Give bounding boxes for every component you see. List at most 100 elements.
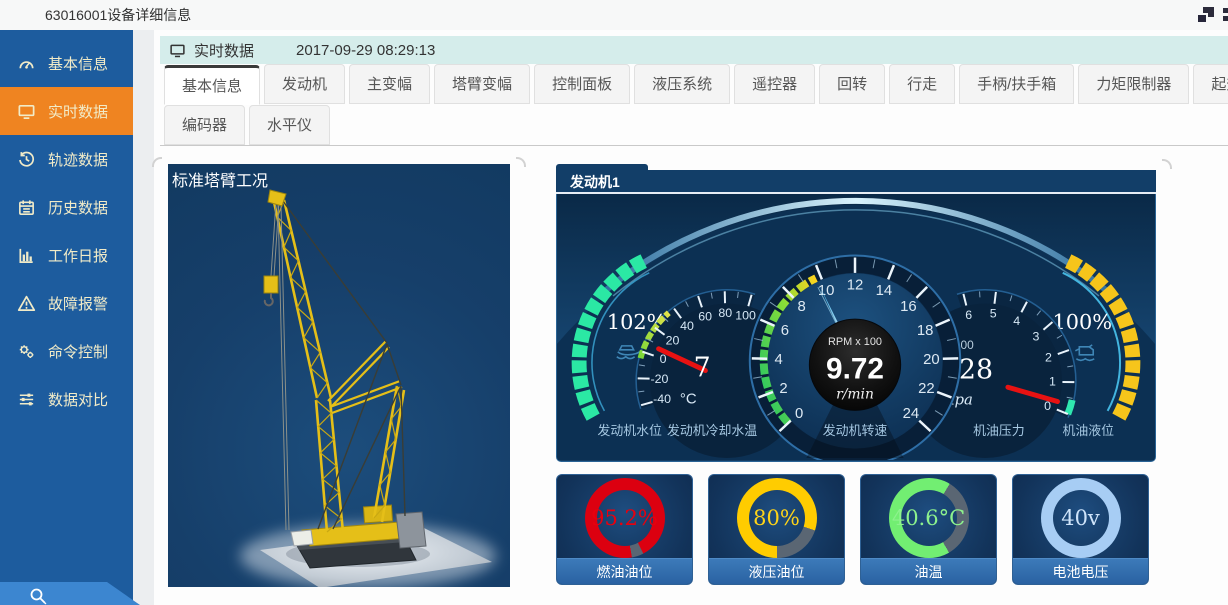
progress-ring: 40.6°C xyxy=(889,478,969,558)
svg-text:发动机转速: 发动机转速 xyxy=(823,423,888,438)
progress-ring: 80% xyxy=(737,478,817,558)
svg-text:22: 22 xyxy=(918,381,935,397)
stat-card-label: 油温 xyxy=(861,558,996,584)
tab-row-2: 编码器水平仪 xyxy=(164,105,1228,145)
tab-torque-limiter[interactable]: 力矩限制器 xyxy=(1078,64,1189,104)
stat-cards-row: 95.2%燃油油位80%液压油位40.6°C油温40v电池电压 xyxy=(556,474,1156,585)
stat-card-battery-voltage: 40v电池电压 xyxy=(1012,474,1149,585)
svg-text:12: 12 xyxy=(847,277,864,293)
svg-text:8: 8 xyxy=(797,299,805,315)
svg-text:60: 60 xyxy=(698,310,712,324)
svg-text:6: 6 xyxy=(965,308,972,322)
svg-text:14: 14 xyxy=(876,283,893,299)
zoom-tool-button[interactable] xyxy=(0,582,140,605)
sidebar-item-command-control[interactable]: 命令控制 xyxy=(0,327,133,375)
svg-text:4: 4 xyxy=(1013,314,1020,328)
svg-text:机油压力: 机油压力 xyxy=(973,423,1025,438)
clipped-edge-icon[interactable] xyxy=(1223,8,1228,24)
restore-window-icon[interactable] xyxy=(1196,7,1214,24)
decorative-corner xyxy=(152,157,162,167)
svg-text:20: 20 xyxy=(666,334,680,348)
dashboard-icon xyxy=(17,54,36,73)
ring-value: 40.6°C xyxy=(889,478,969,558)
svg-text:5: 5 xyxy=(990,307,997,321)
svg-text:r/min: r/min xyxy=(836,386,874,402)
svg-text:2: 2 xyxy=(779,381,787,397)
sidebar-item-basic-info[interactable]: 基本信息 xyxy=(0,39,133,87)
tab-tower-luffing[interactable]: 塔臂变幅 xyxy=(434,64,530,104)
sidebar-item-work-report[interactable]: 工作日报 xyxy=(0,231,133,279)
tab-travel[interactable]: 行走 xyxy=(889,64,955,104)
sidebar-item-data-compare[interactable]: 数据对比 xyxy=(0,375,133,423)
breadcrumb-timestamp: 2017-09-29 08:29:13 xyxy=(296,42,435,59)
sidebar-item-fault-alarm[interactable]: 故障报警 xyxy=(0,279,133,327)
sidebar-item-label: 工作日报 xyxy=(48,245,108,266)
bar-chart-icon xyxy=(17,246,36,265)
engine-gauge-cluster: 102%100%-40-200204060801007°C发动机冷却水温0123… xyxy=(557,194,1155,460)
engine-gauges-body: 102%100%-40-200204060801007°C发动机冷却水温0123… xyxy=(556,194,1156,462)
svg-text:10: 10 xyxy=(818,283,835,299)
crane-illustration xyxy=(168,164,510,587)
history-icon xyxy=(17,150,36,169)
tab-remote-control[interactable]: 遥控器 xyxy=(734,64,815,104)
svg-text:16: 16 xyxy=(900,299,917,315)
window-title: 63016001设备详细信息 xyxy=(45,0,191,30)
ring-value: 95.2% xyxy=(585,478,665,558)
svg-text:24: 24 xyxy=(903,406,920,422)
svg-text:-20: -20 xyxy=(651,372,669,386)
svg-text:100: 100 xyxy=(735,309,756,323)
svg-text:40: 40 xyxy=(680,319,694,333)
svg-text:发动机冷却水温: 发动机冷却水温 xyxy=(667,423,757,438)
crane-view-panel: 标准塔臂工况 xyxy=(168,164,510,587)
svg-text:7: 7 xyxy=(694,353,711,384)
sidebar-item-label: 轨迹数据 xyxy=(48,149,108,170)
tab-basic-info[interactable]: 基本信息 xyxy=(164,65,260,105)
tab-encoder[interactable]: 编码器 xyxy=(164,105,245,145)
svg-text:20: 20 xyxy=(923,352,940,368)
svg-text:1: 1 xyxy=(1049,375,1056,389)
engine-panel: 发动机1 102%100%-40-200204060801007°C发动机冷却水… xyxy=(556,164,1156,462)
tab-slewing[interactable]: 回转 xyxy=(819,64,885,104)
panels-area: 标准塔臂工况 发动机1 102%100%-40-200204060801007°… xyxy=(154,146,1228,587)
main-content: 实时数据 2017-09-29 08:29:13 基本信息发动机主变幅塔臂变幅控… xyxy=(154,30,1228,605)
stat-card-label: 燃油油位 xyxy=(557,558,692,584)
sidebar-item-label: 数据对比 xyxy=(48,389,108,410)
crane-panel-title: 标准塔臂工况 xyxy=(172,167,268,191)
tab-hoist-1[interactable]: 起升1 xyxy=(1193,64,1228,104)
gears-icon xyxy=(17,342,36,361)
tab-level-gauge[interactable]: 水平仪 xyxy=(249,105,330,145)
progress-ring: 95.2% xyxy=(585,478,665,558)
sliders-icon xyxy=(17,390,36,409)
sidebar-item-history-data[interactable]: 历史数据 xyxy=(0,183,133,231)
tab-engine[interactable]: 发动机 xyxy=(264,64,345,104)
tab-handle-armrest[interactable]: 手柄/扶手箱 xyxy=(959,64,1074,104)
sidebar-item-label: 命令控制 xyxy=(48,341,108,362)
tab-control-panel[interactable]: 控制面板 xyxy=(534,64,630,104)
breadcrumb-label: 实时数据 xyxy=(194,40,254,61)
svg-text:6: 6 xyxy=(781,323,789,339)
sidebar-item-track-data[interactable]: 轨迹数据 xyxy=(0,135,133,183)
svg-text:4: 4 xyxy=(774,352,782,368)
decorative-corner xyxy=(516,157,526,167)
decorative-corner xyxy=(1162,159,1172,169)
tab-main-luffing[interactable]: 主变幅 xyxy=(349,64,430,104)
sidebar-menu: 基本信息实时数据轨迹数据历史数据工作日报故障报警命令控制数据对比 xyxy=(0,30,133,423)
sidebar-item-label: 实时数据 xyxy=(48,101,108,122)
svg-text:发动机水位: 发动机水位 xyxy=(597,423,662,438)
svg-text:18: 18 xyxy=(917,323,934,339)
monitor-icon xyxy=(17,102,36,121)
window-titlebar: 63016001设备详细信息 xyxy=(0,0,1228,30)
monitor-icon xyxy=(169,42,186,59)
sidebar: 基本信息实时数据轨迹数据历史数据工作日报故障报警命令控制数据对比 xyxy=(0,30,133,605)
svg-text:80: 80 xyxy=(718,306,732,320)
svg-text:机油液位: 机油液位 xyxy=(1062,423,1114,438)
tab-hydraulic-system[interactable]: 液压系统 xyxy=(634,64,730,104)
sidebar-item-realtime-data[interactable]: 实时数据 xyxy=(0,87,133,135)
engine-panel-title: 发动机1 xyxy=(570,172,620,192)
svg-text:2: 2 xyxy=(1045,350,1052,364)
stat-card-oil-temperature: 40.6°C油温 xyxy=(860,474,997,585)
tab-row-1: 基本信息发动机主变幅塔臂变幅控制面板液压系统遥控器回转行走手柄/扶手箱力矩限制器… xyxy=(164,64,1228,104)
stat-card-label: 电池电压 xyxy=(1013,558,1148,584)
right-column: 发动机1 102%100%-40-200204060801007°C发动机冷却水… xyxy=(556,164,1156,587)
sidebar-gutter xyxy=(133,30,154,605)
